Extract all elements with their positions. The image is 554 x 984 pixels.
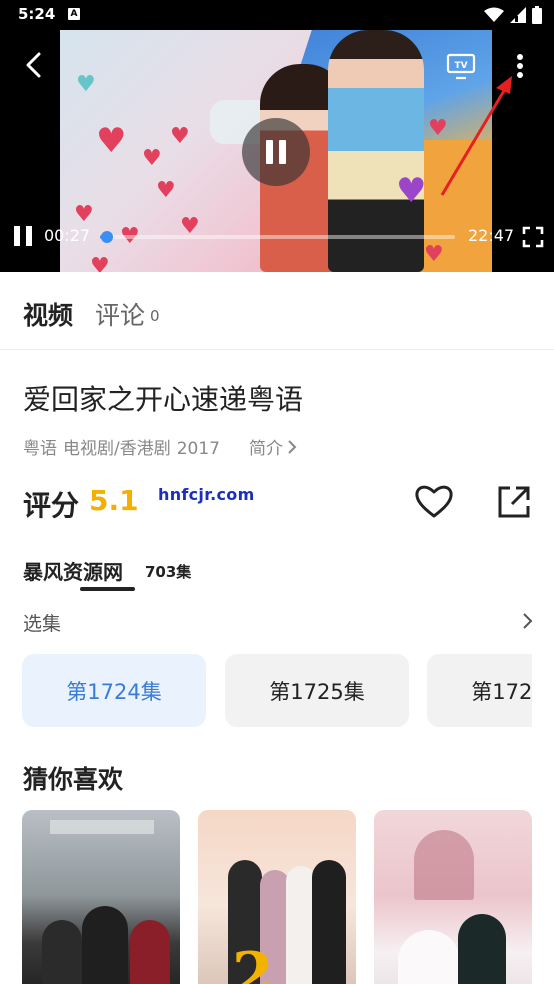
show-meta: 粤语 电视剧/香港剧 2017 <box>23 434 220 459</box>
status-time: 5:24 <box>18 5 56 23</box>
pause-button[interactable] <box>14 226 32 246</box>
episodes-more-icon[interactable] <box>518 611 536 631</box>
player-controls: 00:27 22:47 <box>0 222 554 252</box>
signal-icon <box>510 7 526 23</box>
wifi-icon <box>484 7 504 22</box>
comments-count: 0 <box>150 307 160 325</box>
tab-comments[interactable]: 评论 <box>95 296 145 332</box>
rating-value: 5.1 <box>89 484 139 517</box>
episode-chip[interactable]: 第1724集 <box>22 654 206 727</box>
fullscreen-icon[interactable] <box>522 226 544 248</box>
tv-cast-icon[interactable]: TV <box>446 52 476 82</box>
progress-thumb[interactable] <box>101 231 114 243</box>
chevron-right-icon <box>288 439 297 454</box>
status-bar: 5:24 A <box>0 0 554 30</box>
rating-label: 评分 <box>23 489 80 522</box>
video-player[interactable]: ♥ ♥ ♥ ♥ ♥ ♥ ♥ ♥ ♥ ♥ ♥ ♥ TV 00:27 22:47 <box>0 30 554 272</box>
content-tabs: 视频 评论 0 <box>0 272 554 350</box>
favorite-heart-icon[interactable] <box>414 482 454 522</box>
center-pause-button[interactable] <box>242 118 310 186</box>
back-icon[interactable] <box>20 50 50 80</box>
status-icons <box>484 6 542 24</box>
svg-text:TV: TV <box>454 61 467 71</box>
progress-bar[interactable] <box>100 231 455 243</box>
show-genre: 电视剧/香港剧 <box>63 439 171 459</box>
source-name[interactable]: 暴风资源网 <box>23 556 123 585</box>
current-time: 00:27 <box>44 226 91 245</box>
watermark: hnfcjr.com <box>158 485 255 504</box>
source-episode-count: 703集 <box>145 563 192 581</box>
recommendation-card[interactable] <box>374 810 532 984</box>
source-underline <box>80 587 135 591</box>
more-options-icon[interactable] <box>508 50 532 82</box>
recommendation-card[interactable] <box>22 810 180 984</box>
share-icon[interactable] <box>494 482 534 522</box>
intro-label: 简介 <box>249 439 283 459</box>
episode-list: 第1724集 第1725集 第1726集 <box>22 654 532 728</box>
show-title: 爱回家之开心速递粤语 <box>23 383 304 416</box>
tab-video[interactable]: 视频 <box>23 296 73 332</box>
battery-icon <box>532 6 542 24</box>
show-language: 粤语 <box>23 439 57 459</box>
episodes-label: 选集 <box>23 613 62 635</box>
notification-icon: A <box>68 8 80 20</box>
intro-link[interactable]: 简介 <box>249 434 297 459</box>
recommendation-card[interactable]: 2 <box>198 810 356 984</box>
recommendations-title: 猜你喜欢 <box>23 765 124 794</box>
episode-chip[interactable]: 第1725集 <box>225 654 409 727</box>
episode-chip[interactable]: 第1726集 <box>427 654 532 727</box>
total-time: 22:47 <box>468 226 515 245</box>
show-year: 2017 <box>176 439 220 459</box>
